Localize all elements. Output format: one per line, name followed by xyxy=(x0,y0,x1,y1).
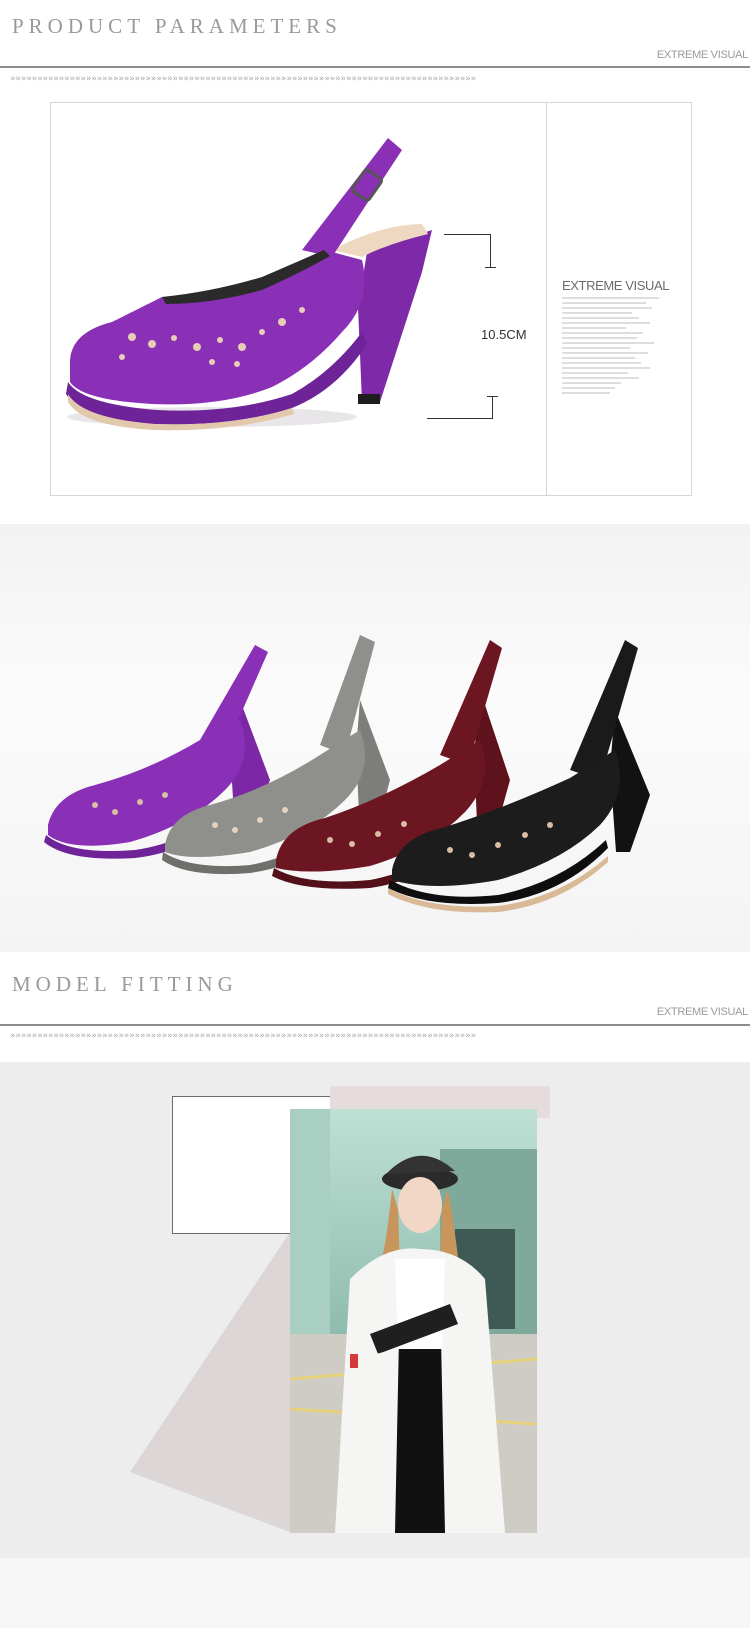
measure-tick-top xyxy=(490,234,491,268)
section-tag: EXTREME VISUAL xyxy=(656,49,748,61)
measure-cap-top xyxy=(485,267,496,268)
shoe-side-view-image xyxy=(66,138,432,431)
product-parameters-header: PRODUCT PARAMETERS EXTREME VISUAL xyxy=(0,0,750,105)
measure-line-top xyxy=(444,234,491,235)
chevron-divider: »»»»»»»»»»»»»»»»»»»»»»»»»»»»»»»»»»»»»»»»… xyxy=(10,1031,476,1041)
color-variants-image xyxy=(44,635,650,913)
section-tag: EXTREME VISUAL xyxy=(656,1006,748,1018)
heel-height-label: 10.5CM xyxy=(481,327,527,342)
page-bottom-strip xyxy=(0,1558,750,1628)
measure-cap-bottom xyxy=(487,396,498,397)
section-rule xyxy=(0,1024,750,1026)
measure-line-bottom xyxy=(427,418,493,419)
chevron-divider: »»»»»»»»»»»»»»»»»»»»»»»»»»»»»»»»»»»»»»»»… xyxy=(10,74,476,84)
model-fitting-header: MODEL FITTING EXTREME VISUAL xyxy=(0,952,750,1022)
section-title-model-fitting: MODEL FITTING xyxy=(12,972,238,996)
panel-divider xyxy=(546,102,547,496)
model-photo xyxy=(290,1109,537,1533)
panel-brand-title: EXTREME VISUAL xyxy=(562,278,670,293)
section-title-product-parameters: PRODUCT PARAMETERS xyxy=(12,14,342,38)
section-rule xyxy=(0,66,750,68)
shoe-heel xyxy=(358,230,432,402)
measure-tick-bottom xyxy=(492,396,493,419)
panel-decorative-text xyxy=(562,297,672,397)
